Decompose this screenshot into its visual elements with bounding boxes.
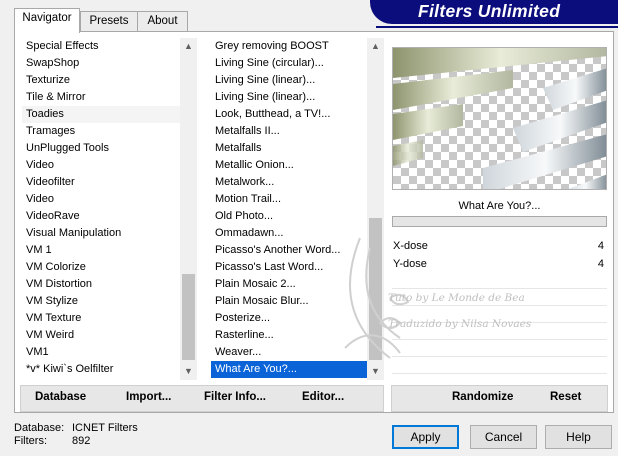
filter-item[interactable]: Living Sine (circular)... [211, 55, 367, 72]
param-label: X-dose [393, 240, 428, 252]
category-item[interactable]: VideoRave [22, 208, 182, 225]
param-value: 4 [597, 240, 604, 252]
category-item[interactable]: Texturize [22, 72, 182, 89]
category-item[interactable]: Visual Manipulation [22, 225, 182, 242]
banner-underline [376, 26, 618, 28]
filter-item[interactable]: Look, Butthead, a TV!... [211, 106, 367, 123]
category-item[interactable]: VM Colorize [22, 259, 182, 276]
category-item[interactable]: VM Stylize [22, 293, 182, 310]
editor-button[interactable]: Editor... [302, 391, 344, 403]
title-banner: Filters Unlimited [370, 0, 618, 24]
database-button[interactable]: Database [35, 391, 86, 403]
filter-item[interactable]: Picasso's Last Word... [211, 259, 367, 276]
filter-item[interactable]: Living Sine (linear)... [211, 72, 367, 89]
param-slot [392, 290, 607, 306]
banner-title: Filters Unlimited [418, 1, 561, 21]
import-button[interactable]: Import... [126, 391, 171, 403]
preset-toolbar: Randomize Reset [391, 385, 608, 412]
filter-item[interactable]: Plain Mosaic 2... [211, 276, 367, 293]
category-item[interactable]: Tramages [22, 123, 182, 140]
category-item[interactable]: UnPlugged Tools [22, 140, 182, 157]
param-slot [392, 341, 607, 357]
scroll-up-icon[interactable]: ▲ [367, 38, 384, 55]
scroll-down-icon[interactable]: ▼ [180, 363, 197, 380]
category-scrollbar[interactable]: ▲ ▼ [180, 38, 197, 380]
category-item[interactable]: Video [22, 191, 182, 208]
randomize-button[interactable]: Randomize [452, 391, 513, 403]
filter-item[interactable]: Picasso's Another Word... [211, 242, 367, 259]
filter-item[interactable]: Ommadawn... [211, 225, 367, 242]
filters-count-value: 892 [72, 435, 91, 447]
param-slot [392, 273, 607, 289]
category-item[interactable]: Special Effects [22, 38, 182, 55]
filter-item[interactable]: Weaver... [211, 344, 367, 361]
filter-item[interactable]: Living Sine (linear)... [211, 89, 367, 106]
filter-item[interactable]: Posterize... [211, 310, 367, 327]
filter-item[interactable]: Grey removing BOOST [211, 38, 367, 55]
filter-item[interactable]: Rasterline... [211, 327, 367, 344]
scroll-down-icon[interactable]: ▼ [367, 363, 384, 380]
category-list[interactable]: Special Effects SwapShop Texturize Tile … [22, 38, 182, 380]
param-slot [392, 358, 607, 374]
database-info-value: ICNET Filters [72, 422, 138, 434]
category-item[interactable]: VM Distortion [22, 276, 182, 293]
filter-item[interactable]: Metalfalls [211, 140, 367, 157]
filter-list[interactable]: Grey removing BOOST Living Sine (circula… [211, 38, 367, 380]
filters-count-label: Filters: [14, 435, 47, 447]
reset-button[interactable]: Reset [550, 391, 581, 403]
param-label: Y-dose [393, 258, 427, 270]
filter-toolbar: Database Import... Filter Info... Editor… [20, 385, 384, 412]
cancel-button[interactable]: Cancel [470, 425, 537, 449]
category-item[interactable]: Videofilter [22, 174, 182, 191]
scroll-thumb[interactable] [369, 218, 382, 360]
category-item[interactable]: VM 1 [22, 242, 182, 259]
param-x-dose[interactable]: X-dose 4 [392, 238, 607, 255]
param-slot [392, 307, 607, 323]
preview-image [393, 48, 606, 189]
category-item[interactable]: *v* Kiwi`s Oelfilter [22, 361, 182, 378]
filter-name-bar [392, 216, 607, 227]
category-item-selected[interactable]: Toadies [22, 106, 182, 123]
scroll-up-icon[interactable]: ▲ [180, 38, 197, 55]
apply-button[interactable]: Apply [392, 425, 459, 449]
filter-info-button[interactable]: Filter Info... [204, 391, 266, 403]
param-slot [392, 324, 607, 340]
category-item[interactable]: Tile & Mirror [22, 89, 182, 106]
filter-item-selected[interactable]: What Are You?... [211, 361, 367, 378]
tab-navigator[interactable]: Navigator [14, 8, 80, 33]
filter-item[interactable]: Metalfalls II... [211, 123, 367, 140]
database-info-label: Database: [14, 422, 65, 434]
filter-item[interactable]: Old Photo... [211, 208, 367, 225]
category-item[interactable]: VM1 [22, 344, 182, 361]
category-item[interactable]: Video [22, 157, 182, 174]
category-item[interactable]: SwapShop [22, 55, 182, 72]
filter-name-label: What Are You?... [458, 200, 541, 212]
category-item[interactable]: VM Texture [22, 310, 182, 327]
param-value: 4 [597, 258, 604, 270]
tab-about[interactable]: About [137, 11, 188, 32]
help-button[interactable]: Help [545, 425, 612, 449]
filter-preview [392, 47, 607, 190]
filter-item[interactable]: Metalwork... [211, 174, 367, 191]
filter-item[interactable]: Plain Mosaic Blur... [211, 293, 367, 310]
filter-item[interactable]: Motion Trail... [211, 191, 367, 208]
category-item[interactable]: VM Weird [22, 327, 182, 344]
tab-presets[interactable]: Presets [80, 11, 138, 32]
filter-scrollbar[interactable]: ▲ ▼ [367, 38, 384, 380]
scroll-thumb[interactable] [182, 274, 195, 360]
param-y-dose[interactable]: Y-dose 4 [392, 256, 607, 273]
filter-item[interactable]: Metallic Onion... [211, 157, 367, 174]
